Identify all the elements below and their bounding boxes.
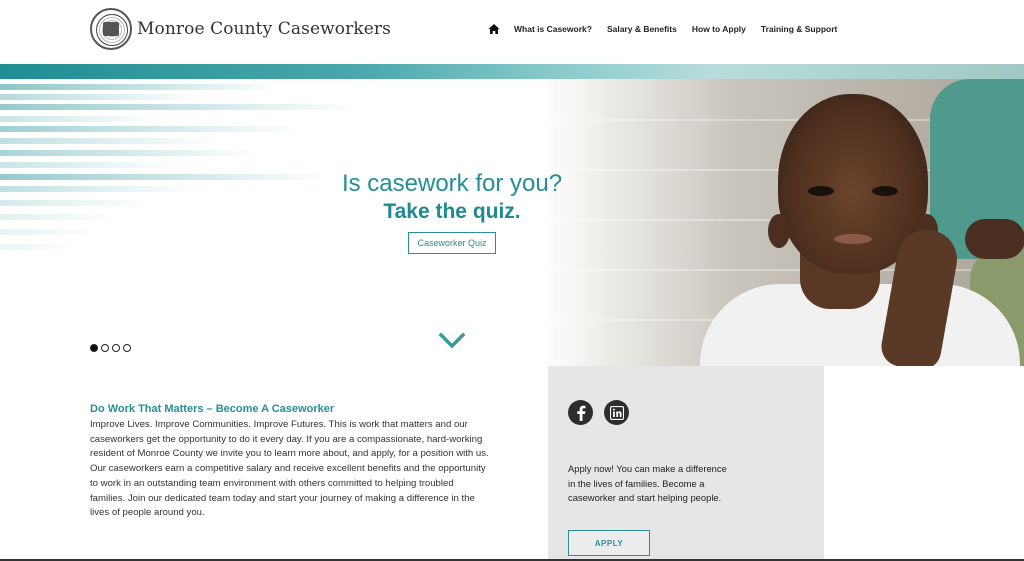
section-body: Improve Lives. Improve Communities. Impr… (90, 419, 489, 519)
carousel-dot[interactable] (101, 344, 109, 352)
nav-item-what-is-casework[interactable]: What is Casework? (514, 24, 592, 34)
hero-streak (0, 94, 200, 100)
hero-streak (0, 174, 330, 180)
carousel-dot[interactable] (90, 344, 98, 352)
section-heading: Do Work That Matters – Become A Casework… (90, 403, 335, 415)
hero-streak (0, 186, 200, 192)
hero-streak (0, 244, 80, 250)
carousel-dots (90, 344, 131, 352)
hero-subheadline: Take the quiz. (383, 200, 521, 223)
nav-item-training-support[interactable]: Training & Support (761, 24, 838, 34)
hero-streak (0, 104, 360, 110)
home-icon[interactable] (488, 22, 500, 36)
apply-button[interactable]: APPLY (568, 530, 650, 556)
hero-photo (540, 79, 1024, 366)
hero-streak (0, 214, 120, 220)
chevron-down-icon[interactable] (438, 332, 466, 350)
apply-callout-text: Apply now! You can make a difference in … (568, 463, 727, 504)
county-seal-icon (90, 8, 132, 50)
hero-headline: Is casework for you? (341, 170, 563, 197)
nav-item-salary-benefits[interactable]: Salary & Benefits (607, 24, 677, 34)
site-logo[interactable]: Monroe County Caseworkers (90, 8, 391, 50)
site-header: Monroe County Caseworkers What is Casewo… (0, 0, 1024, 64)
hero-streak (0, 138, 220, 144)
hero-carousel: Is casework for you? Take the quiz. Case… (0, 64, 1024, 366)
hero-streak (0, 229, 100, 235)
hero-streak (0, 150, 260, 156)
carousel-dot[interactable] (112, 344, 120, 352)
hero-streak (0, 116, 160, 122)
site-title[interactable]: Monroe County Caseworkers (137, 19, 391, 39)
social-links (568, 400, 629, 425)
apply-sidebar: Apply now! You can make a difference in … (548, 366, 824, 561)
caseworker-quiz-button[interactable]: Caseworker Quiz (408, 232, 496, 254)
hero-streak (0, 84, 280, 90)
linkedin-icon[interactable] (604, 400, 629, 425)
hero-text: Is casework for you? Take the quiz. Case… (320, 169, 584, 254)
nav-item-how-to-apply[interactable]: How to Apply (692, 24, 746, 34)
main-nav: What is Casework? Salary & Benefits How … (488, 22, 852, 36)
carousel-dot[interactable] (123, 344, 131, 352)
hero-top-band (0, 64, 1024, 79)
facebook-icon[interactable] (568, 400, 593, 425)
hero-streak (0, 126, 300, 132)
hero-streak (0, 162, 180, 168)
hero-streak (0, 200, 150, 206)
intro-section: Do Work That Matters – Become A Casework… (90, 403, 490, 521)
